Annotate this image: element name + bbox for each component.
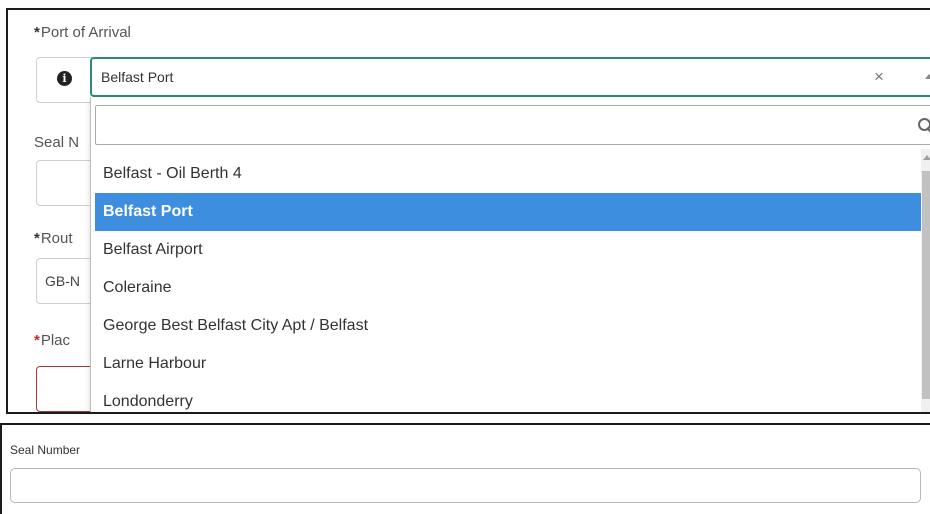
port-of-arrival-label: *Port of Arrival xyxy=(34,24,131,41)
required-mark: * xyxy=(34,230,40,247)
seal-number-panel: Seal Number xyxy=(0,423,930,514)
selected-value: Belfast Port xyxy=(101,69,174,85)
place-label-bg: *Plac xyxy=(34,332,70,349)
required-mark: * xyxy=(34,24,40,41)
info-icon[interactable]: i xyxy=(57,71,72,86)
dropdown-search[interactable] xyxy=(95,105,930,145)
route-value: GB-N xyxy=(45,273,80,289)
seal-number-label-bg: Seal N xyxy=(34,134,80,151)
search-icon xyxy=(918,118,930,132)
place-label-text: Plac xyxy=(40,332,71,349)
scroll-up-icon[interactable] xyxy=(923,155,930,160)
port-of-arrival-select[interactable]: Belfast Port × xyxy=(90,57,930,97)
clear-icon[interactable]: × xyxy=(874,67,884,87)
port-dropdown: Belfast - Oil Berth 4 Belfast Port Belfast… xyxy=(90,97,930,412)
dropdown-option[interactable]: George Best Belfast City Apt / Belfast xyxy=(95,307,921,345)
port-of-arrival-label-text: Port of Arrival xyxy=(40,24,131,41)
dropdown-options: Belfast - Oil Berth 4 Belfast Port Belfast… xyxy=(95,155,921,412)
dropdown-option[interactable]: Coleraine xyxy=(95,269,921,307)
caret-up-icon[interactable] xyxy=(925,74,930,79)
scroll-thumb[interactable] xyxy=(922,171,930,399)
port-of-arrival-panel: *Port of Arrival i Belfast Port × Seal N… xyxy=(6,8,930,414)
dropdown-option[interactable]: Belfast Port xyxy=(95,193,921,231)
seal-number-label: Seal Number xyxy=(10,443,81,457)
dropdown-search-input[interactable] xyxy=(96,106,930,144)
dropdown-scrollbar[interactable] xyxy=(921,149,930,412)
dropdown-option[interactable]: Belfast - Oil Berth 4 xyxy=(95,155,921,193)
required-mark: * xyxy=(34,332,40,349)
route-label-bg: *Rout xyxy=(34,230,73,247)
dropdown-option[interactable]: Larne Harbour xyxy=(95,345,921,383)
seal-number-input[interactable] xyxy=(10,468,921,503)
dropdown-option[interactable]: Belfast Airport xyxy=(95,231,921,269)
route-label-text: Rout xyxy=(40,230,73,247)
dropdown-option[interactable]: Londonderry xyxy=(95,383,921,412)
